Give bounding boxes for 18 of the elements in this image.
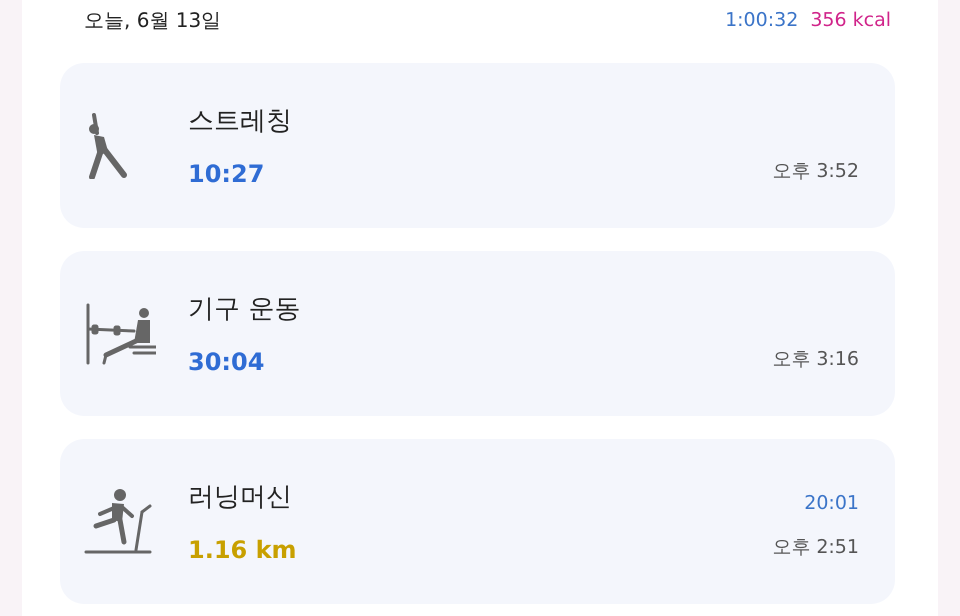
date-heading: 오늘, 6월 13일 [84,6,222,34]
workout-name: 러닝머신 [188,481,293,514]
total-calories: 356 kcal [810,9,891,31]
workout-card[interactable]: 스트레칭 10:27 오후 3:52 [60,63,895,228]
workout-time: 오후 2:51 [772,535,859,560]
treadmill-runner-icon [84,488,154,556]
workout-stat: 10:27 [188,160,266,188]
workout-time: 오후 3:52 [772,159,859,184]
workout-card[interactable]: 기구 운동 30:04 오후 3:16 [60,251,895,416]
cable-machine-icon [84,302,156,364]
workout-name: 스트레칭 [188,105,293,138]
workout-duration: 20:01 [804,492,859,514]
workout-stat: 1.16 km [188,536,298,564]
workout-stat: 30:04 [188,348,266,376]
workout-name: 기구 운동 [188,293,302,326]
total-duration: 1:00:32 [725,9,798,31]
workout-card[interactable]: 러닝머신 1.16 km 20:01 오후 2:51 [60,439,895,604]
workout-time: 오후 3:16 [772,347,859,372]
